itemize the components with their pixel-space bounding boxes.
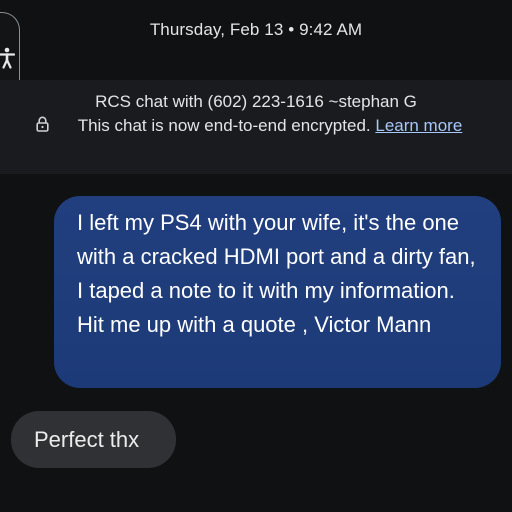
rcs-chat-title: RCS chat with (602) 223-1616 ~stephan G	[95, 92, 417, 111]
accessibility-icon	[0, 47, 15, 69]
encryption-text: This chat is now end-to-end encrypted.	[77, 116, 371, 135]
encryption-notice: This chat is now end-to-end encrypted. L…	[70, 114, 470, 137]
outgoing-message-bubble[interactable]: I left my PS4 with your wife, it's the o…	[54, 196, 501, 388]
message-timestamp: Thursday, Feb 13 • 9:42 AM	[149, 20, 363, 39]
rcs-info-banner: RCS chat with (602) 223-1616 ~stephan G …	[0, 80, 512, 174]
incoming-message-bubble[interactable]: Perfect thx	[11, 411, 176, 468]
learn-more-link[interactable]: Learn more	[375, 116, 462, 135]
lock-icon	[36, 116, 49, 132]
chat-screen: Thursday, Feb 13 • 9:42 AM RCS chat with…	[0, 0, 512, 512]
